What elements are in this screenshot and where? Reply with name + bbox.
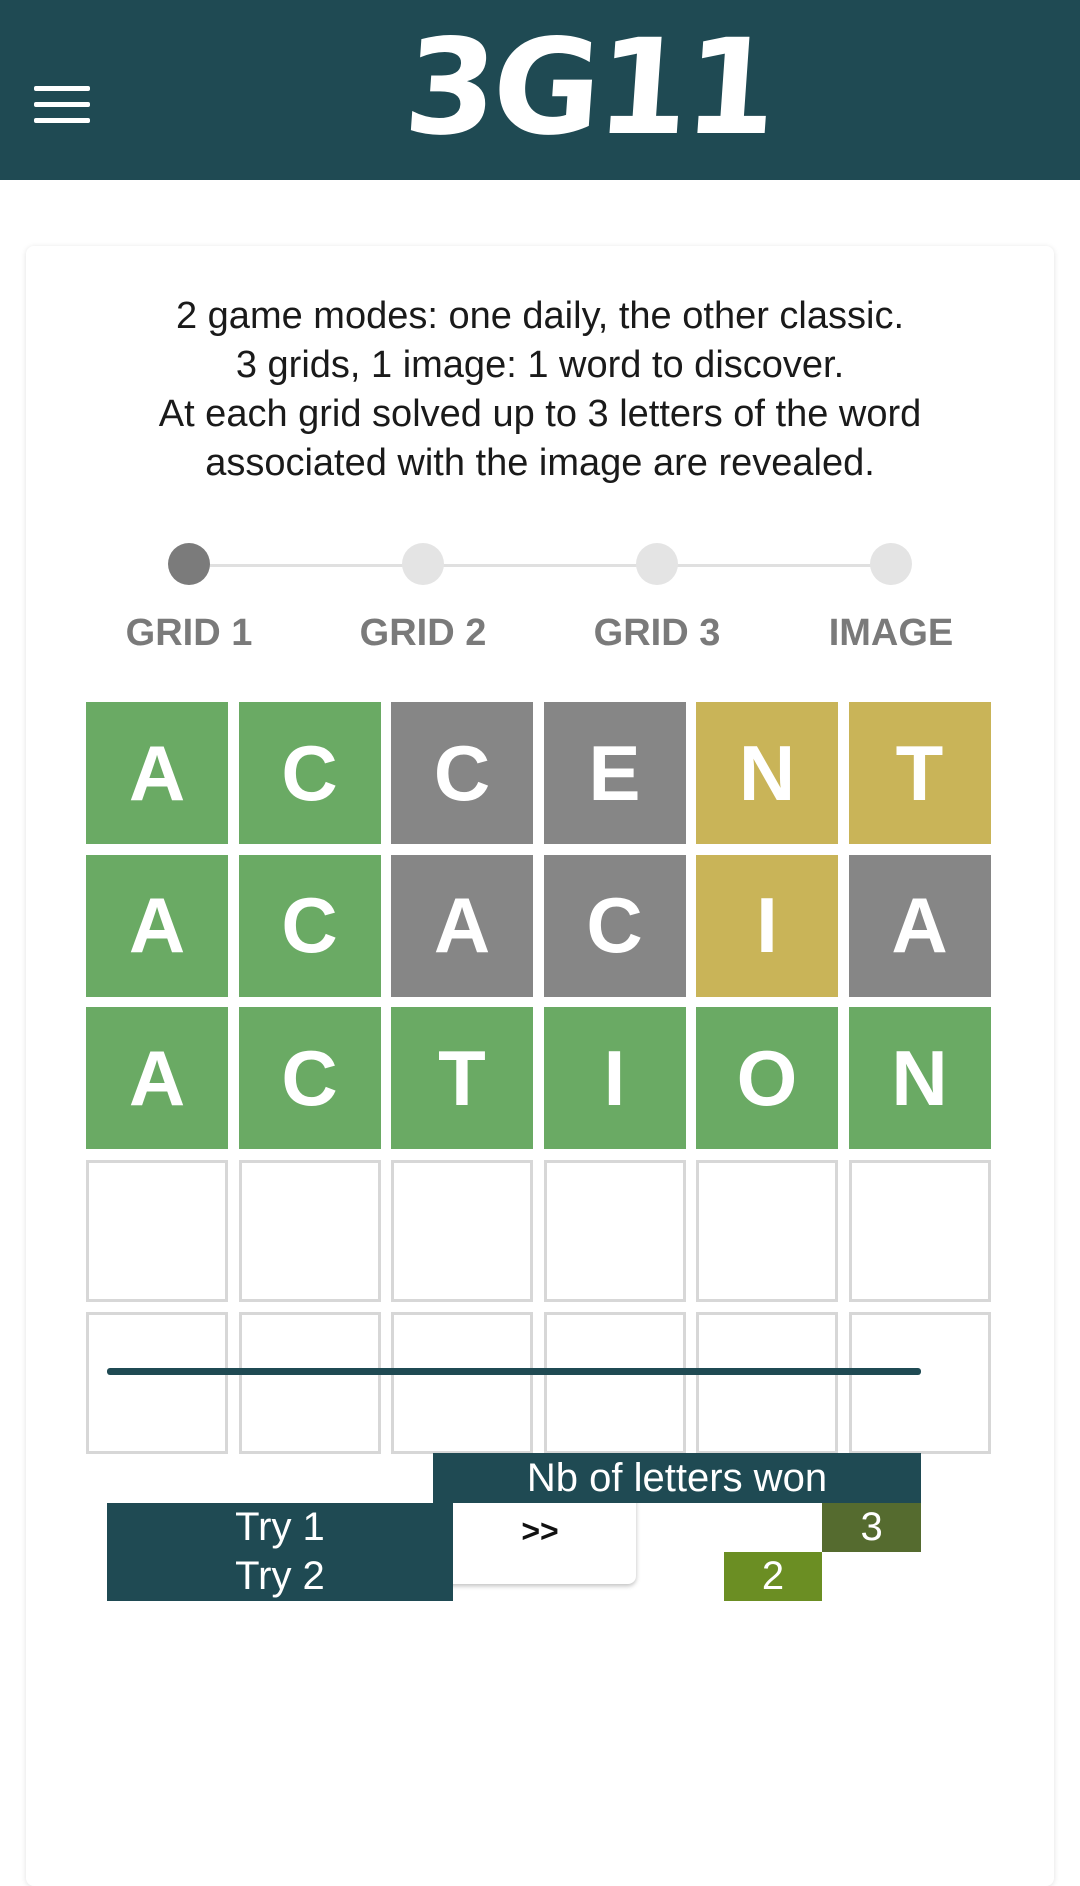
grid-tile: I — [696, 854, 838, 997]
game-card: 2 game modes: one daily, the other class… — [26, 246, 1054, 1886]
intro-line: 3 grids, 1 image: 1 word to discover. — [235, 344, 845, 386]
grid-tile: I — [543, 1007, 686, 1149]
grid-tile — [238, 1312, 381, 1454]
grid-tile: E — [543, 702, 686, 844]
word-grid: ACCENTACACIAACTION — [86, 702, 996, 1462]
grid-tile — [391, 1312, 533, 1454]
grid-tile: C — [543, 854, 686, 997]
grid-tile — [543, 1159, 686, 1302]
step-dot — [402, 543, 444, 585]
grid-tile: T — [848, 702, 991, 844]
grid-tile: A — [391, 854, 533, 997]
grid-tile: O — [696, 1007, 838, 1149]
grid-tile: A — [848, 854, 991, 997]
intro-line: associated with the image are revealed. — [205, 442, 875, 484]
grid-tile — [848, 1159, 991, 1302]
stepper-line — [189, 564, 891, 567]
grid-tile — [696, 1312, 838, 1454]
step-dot — [636, 543, 678, 585]
grid-tile: T — [391, 1007, 533, 1149]
step-dot — [870, 543, 912, 585]
grid-tile: N — [848, 1007, 991, 1149]
try-bar: 2 — [723, 1552, 823, 1601]
try-label: Try 2 — [107, 1552, 453, 1601]
grid-tile: C — [238, 854, 381, 997]
app-logo: 3G11 — [399, 11, 779, 165]
try-label: Try 1 — [107, 1503, 453, 1552]
grid-tile — [543, 1312, 686, 1454]
stats-header: Nb of letters won — [433, 1453, 921, 1503]
grid-tile: A — [86, 1007, 228, 1149]
step-label: GRID 2 — [359, 612, 487, 654]
intro-line: 2 game modes: one daily, the other class… — [175, 295, 904, 337]
grid-tile — [86, 1312, 228, 1454]
step-label: GRID 3 — [593, 612, 721, 654]
try-bar: 3 — [822, 1503, 921, 1552]
step-dot — [168, 543, 210, 585]
grid-tile — [238, 1159, 381, 1302]
grid-tile: A — [86, 854, 228, 997]
step-label: GRID 1 — [125, 612, 253, 654]
intro-text: 2 game modes: one daily, the other class… — [26, 292, 1054, 488]
step-label: IMAGE — [828, 612, 954, 654]
grid-tile — [848, 1312, 991, 1454]
grid-tile: C — [391, 702, 533, 844]
hamburger-menu-icon[interactable] — [34, 86, 90, 126]
grid-tile — [696, 1159, 838, 1302]
section-divider — [107, 1368, 921, 1375]
grid-tile — [86, 1159, 228, 1302]
intro-line: At each grid solved up to 3 letters of t… — [158, 393, 922, 435]
grid-tile: C — [238, 1007, 381, 1149]
grid-tile: N — [696, 702, 838, 844]
grid-tile: A — [86, 702, 228, 844]
app-header: 3G11 — [0, 0, 1080, 180]
grid-tile — [391, 1159, 533, 1302]
grid-tile: C — [238, 702, 381, 844]
